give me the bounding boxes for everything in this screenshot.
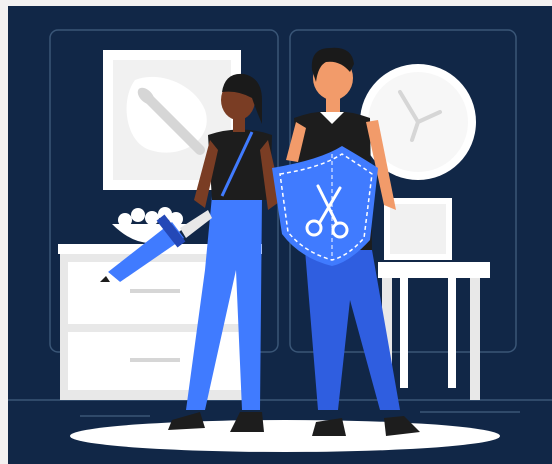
illustration bbox=[0, 0, 552, 464]
floor-shadow bbox=[70, 420, 500, 452]
